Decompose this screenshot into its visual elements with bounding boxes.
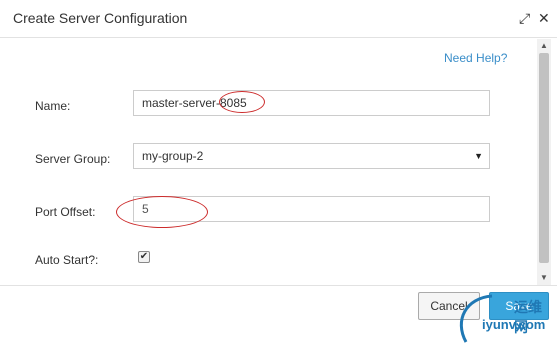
name-label: Name: (35, 99, 71, 113)
scroll-thumb[interactable] (539, 53, 549, 263)
dialog-titlebar: Create Server Configuration ⤢ ✕ (0, 0, 557, 38)
port-offset-field[interactable]: 5 (133, 196, 490, 222)
scroll-down-icon[interactable]: ▼ (537, 271, 551, 285)
dialog-title: Create Server Configuration (13, 10, 188, 26)
dialog-body: Need Help? Name: master-server-8085 Serv… (0, 39, 537, 285)
server-group-value: my-group-2 (142, 149, 204, 163)
scrollbar[interactable]: ▲ ▼ (537, 39, 551, 285)
auto-start-checkbox[interactable]: ✔ (138, 251, 150, 263)
create-server-dialog: Create Server Configuration ⤢ ✕ Need Hel… (0, 0, 557, 345)
name-field[interactable]: master-server-8085 (133, 90, 490, 116)
maximize-icon[interactable]: ⤢ (519, 10, 530, 26)
save-button[interactable]: Save (489, 292, 549, 320)
scroll-up-icon[interactable]: ▲ (537, 39, 551, 53)
port-offset-label: Port Offset: (35, 205, 96, 219)
dropdown-arrow-icon: ▼ (474, 151, 483, 161)
need-help-link[interactable]: Need Help? (444, 51, 507, 65)
close-icon[interactable]: ✕ (538, 10, 550, 26)
server-group-label: Server Group: (35, 152, 111, 166)
dialog-footer: Cancel Save (0, 285, 557, 345)
server-group-select[interactable]: my-group-2 ▼ (133, 143, 490, 169)
cancel-button[interactable]: Cancel (418, 292, 480, 320)
auto-start-label: Auto Start?: (35, 253, 99, 267)
